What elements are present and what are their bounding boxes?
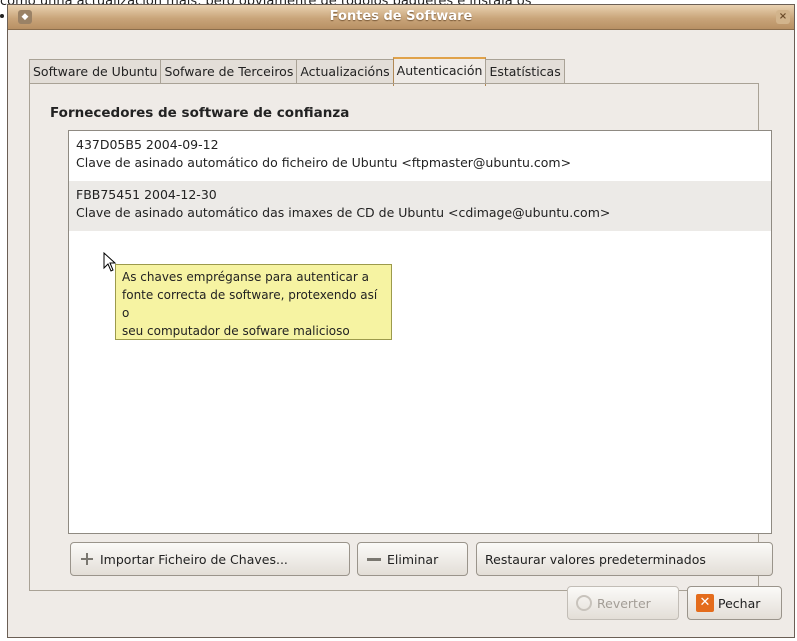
tab-bar: Software de Ubuntu Sofware de Terceiros …: [29, 57, 565, 86]
minus-icon: [366, 551, 382, 567]
tab-software-ubuntu[interactable]: Software de Ubuntu: [29, 59, 162, 84]
revert-icon: [576, 595, 592, 611]
import-key-file-button[interactable]: Importar Ficheiro de Chaves...: [70, 542, 350, 576]
key-description: Clave de asinado automático das imaxes d…: [76, 205, 611, 220]
plus-icon: [79, 551, 95, 567]
tooltip: As chaves empréganse para autenticar a f…: [115, 264, 392, 340]
restore-button-label: Restaurar valores predeterminados: [485, 551, 706, 567]
tooltip-line: fonte correcta de software, protexendo a…: [122, 288, 378, 320]
revert-button[interactable]: Reverter: [567, 586, 679, 620]
tooltip-line: seu computador de sofware malicioso: [122, 324, 350, 338]
close-button-label: Pechar: [718, 595, 761, 611]
window-title: Fontes de Software: [329, 9, 473, 24]
remove-button-label: Eliminar: [387, 551, 439, 567]
list-item[interactable]: FBB75451 2004-12-30 Clave de asinado aut…: [69, 181, 771, 231]
tab-statistics[interactable]: Estatísticas: [485, 59, 565, 84]
restore-defaults-button[interactable]: Restaurar valores predeterminados: [476, 542, 773, 576]
remove-button[interactable]: Eliminar: [357, 542, 468, 576]
close-x-icon: ✕: [696, 594, 714, 612]
tab-authentication[interactable]: Autenticación: [392, 57, 487, 86]
key-description: Clave de asinado automático do ficheiro …: [76, 155, 572, 170]
tab-third-party[interactable]: Sofware de Terceiros: [160, 59, 298, 84]
import-button-label: Importar Ficheiro de Chaves...: [100, 551, 288, 567]
titlebar[interactable]: ◆ Fontes de Software ×: [8, 5, 794, 30]
close-icon[interactable]: ×: [776, 10, 790, 24]
list-bullet: [0, 14, 4, 18]
section-title: Fornecedores de software de confianza: [50, 105, 350, 121]
key-id-date: 437D05B5 2004-09-12: [76, 137, 219, 152]
revert-button-label: Reverter: [597, 595, 651, 611]
tooltip-line: As chaves empréganse para autenticar a: [122, 270, 369, 284]
list-item[interactable]: 437D05B5 2004-09-12 Clave de asinado aut…: [69, 131, 771, 181]
close-button[interactable]: ✕ Pechar: [687, 586, 782, 620]
key-id-date: FBB75451 2004-12-30: [76, 187, 217, 202]
tab-updates[interactable]: Actualizacións: [296, 59, 394, 84]
